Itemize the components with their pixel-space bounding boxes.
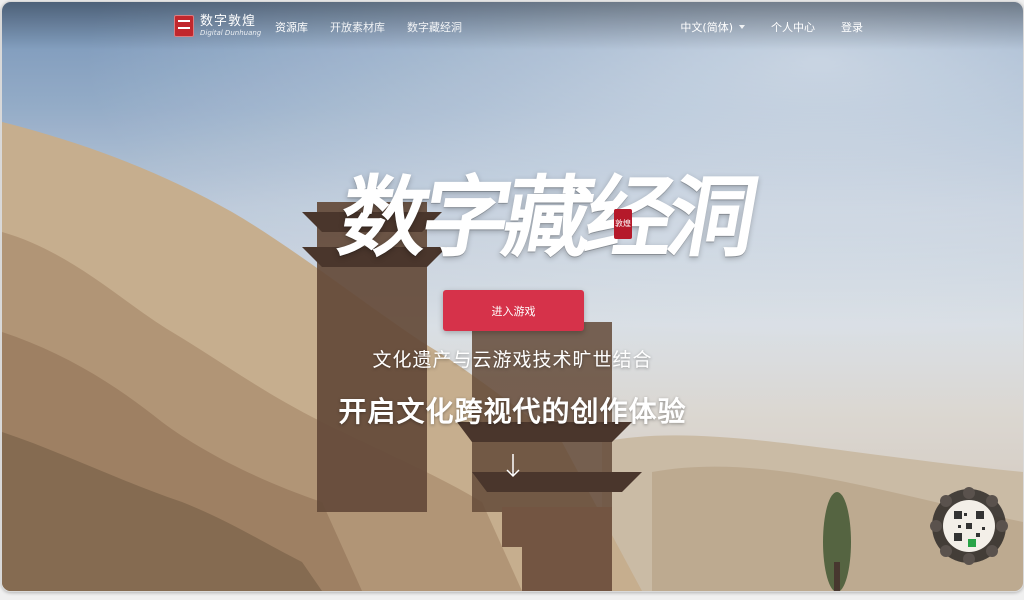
seal-text: 敦煌: [615, 219, 631, 228]
logo-cn: 数字敦煌: [200, 14, 257, 29]
top-navbar: 数字敦煌 Digital Dunhuang 资源库 开放素材库 数字藏经洞 中文…: [2, 2, 1023, 50]
red-seal-stamp: 敦煌: [614, 209, 632, 239]
hero-title: 数字藏经洞: [331, 165, 761, 269]
logo-seal-icon: [174, 15, 194, 37]
hero-title-block: 数字藏经洞 敦煌: [332, 147, 760, 277]
nav-item-open-assets[interactable]: 开放素材库: [330, 19, 385, 35]
right-nav: 中文(简体) 个人中心 登录: [680, 19, 863, 35]
chevron-down-icon: [739, 25, 745, 29]
logo-en: Digital Dunhuang: [200, 29, 262, 37]
hero-headline: 开启文化跨视代的创作体验: [338, 395, 687, 428]
wechat-qr-badge-icon[interactable]: [930, 487, 1008, 565]
language-label: 中文(简体): [680, 21, 733, 34]
nav-item-digital-cave[interactable]: 数字藏经洞: [407, 19, 462, 35]
site-logo[interactable]: 数字敦煌 Digital Dunhuang: [174, 12, 261, 40]
down-arrow-icon[interactable]: [505, 454, 521, 480]
user-center-link[interactable]: 个人中心: [771, 19, 815, 35]
primary-nav: 资源库 开放素材库 数字藏经洞: [275, 19, 462, 35]
language-selector[interactable]: 中文(简体): [680, 19, 745, 35]
hero-subtitle: 文化遗产与云游戏技术旷世结合: [372, 349, 653, 371]
browser-window: 数字敦煌 Digital Dunhuang 资源库 开放素材库 数字藏经洞 中文…: [1, 1, 1024, 592]
nav-item-resource-library[interactable]: 资源库: [275, 19, 308, 35]
enter-game-button[interactable]: 进入游戏: [443, 290, 584, 331]
login-link[interactable]: 登录: [841, 19, 863, 35]
logo-text: 数字敦煌 Digital Dunhuang: [200, 15, 261, 37]
